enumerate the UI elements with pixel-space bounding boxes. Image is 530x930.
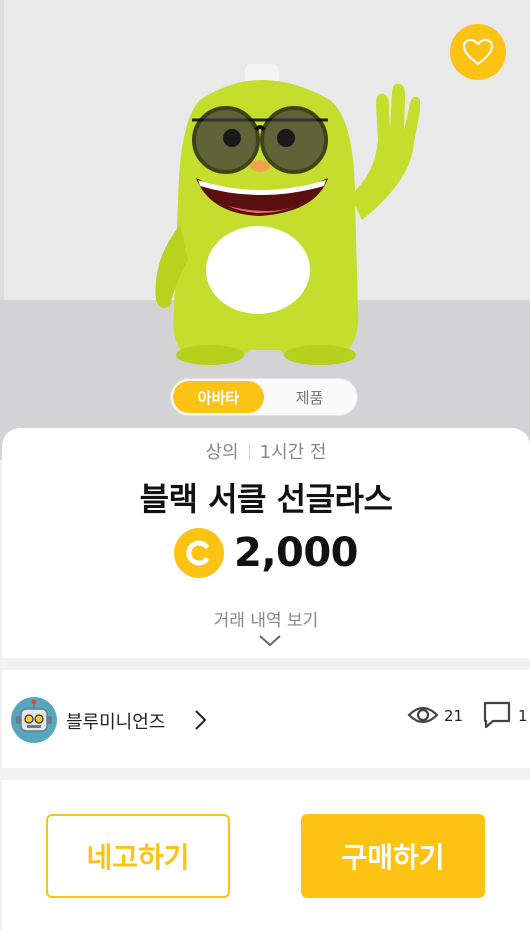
offer-button[interactable]: 네고하기 [46, 814, 230, 898]
favorite-button[interactable] [450, 24, 506, 80]
comment-count: 1 [518, 707, 528, 725]
buy-button[interactable]: 구매하기 [301, 814, 485, 898]
meta-divider [248, 443, 250, 461]
view-count: 21 [444, 707, 464, 725]
seller-avatar[interactable] [11, 697, 57, 743]
item-meta: 상의 1시간 전 [2, 438, 530, 464]
seller-name[interactable]: 블루미니언즈 [66, 708, 165, 734]
action-bar: 네고하기 구매하기 [2, 780, 530, 930]
seller-row: 블루미니언즈 21 1 [2, 670, 530, 768]
item-title: 블랙 서클 선글라스 [139, 480, 393, 518]
avatar-preview: 아바타 제품 [0, 0, 530, 460]
toggle-option-product[interactable]: 제품 [264, 381, 355, 413]
heart-icon [462, 38, 494, 66]
chevron-down-icon[interactable] [258, 634, 282, 648]
robot-icon [16, 699, 52, 732]
toggle-option-avatar[interactable]: 아바타 [173, 381, 264, 413]
item-price: 2,000 [2, 528, 530, 578]
avatar-character-image [155, 64, 420, 365]
chevron-right-icon[interactable] [192, 708, 208, 732]
transaction-history-link[interactable]: 거래 내역 보기 [2, 606, 530, 631]
item-category: 상의 [205, 442, 239, 463]
coin-icon [173, 528, 224, 578]
item-info-sheet: 상의 1시간 전 블랙 서클 선글라스 2,000 거래 내역 보기 [2, 428, 530, 658]
comment-icon [483, 701, 511, 729]
price-value: 2,000 [233, 530, 359, 576]
eye-icon [407, 706, 439, 724]
view-toggle[interactable]: 아바타 제품 [170, 378, 358, 416]
item-posted-time: 1시간 전 [259, 442, 327, 463]
section-divider [0, 658, 530, 670]
backdrop-wall-edge [0, 0, 4, 300]
section-divider [0, 768, 530, 780]
